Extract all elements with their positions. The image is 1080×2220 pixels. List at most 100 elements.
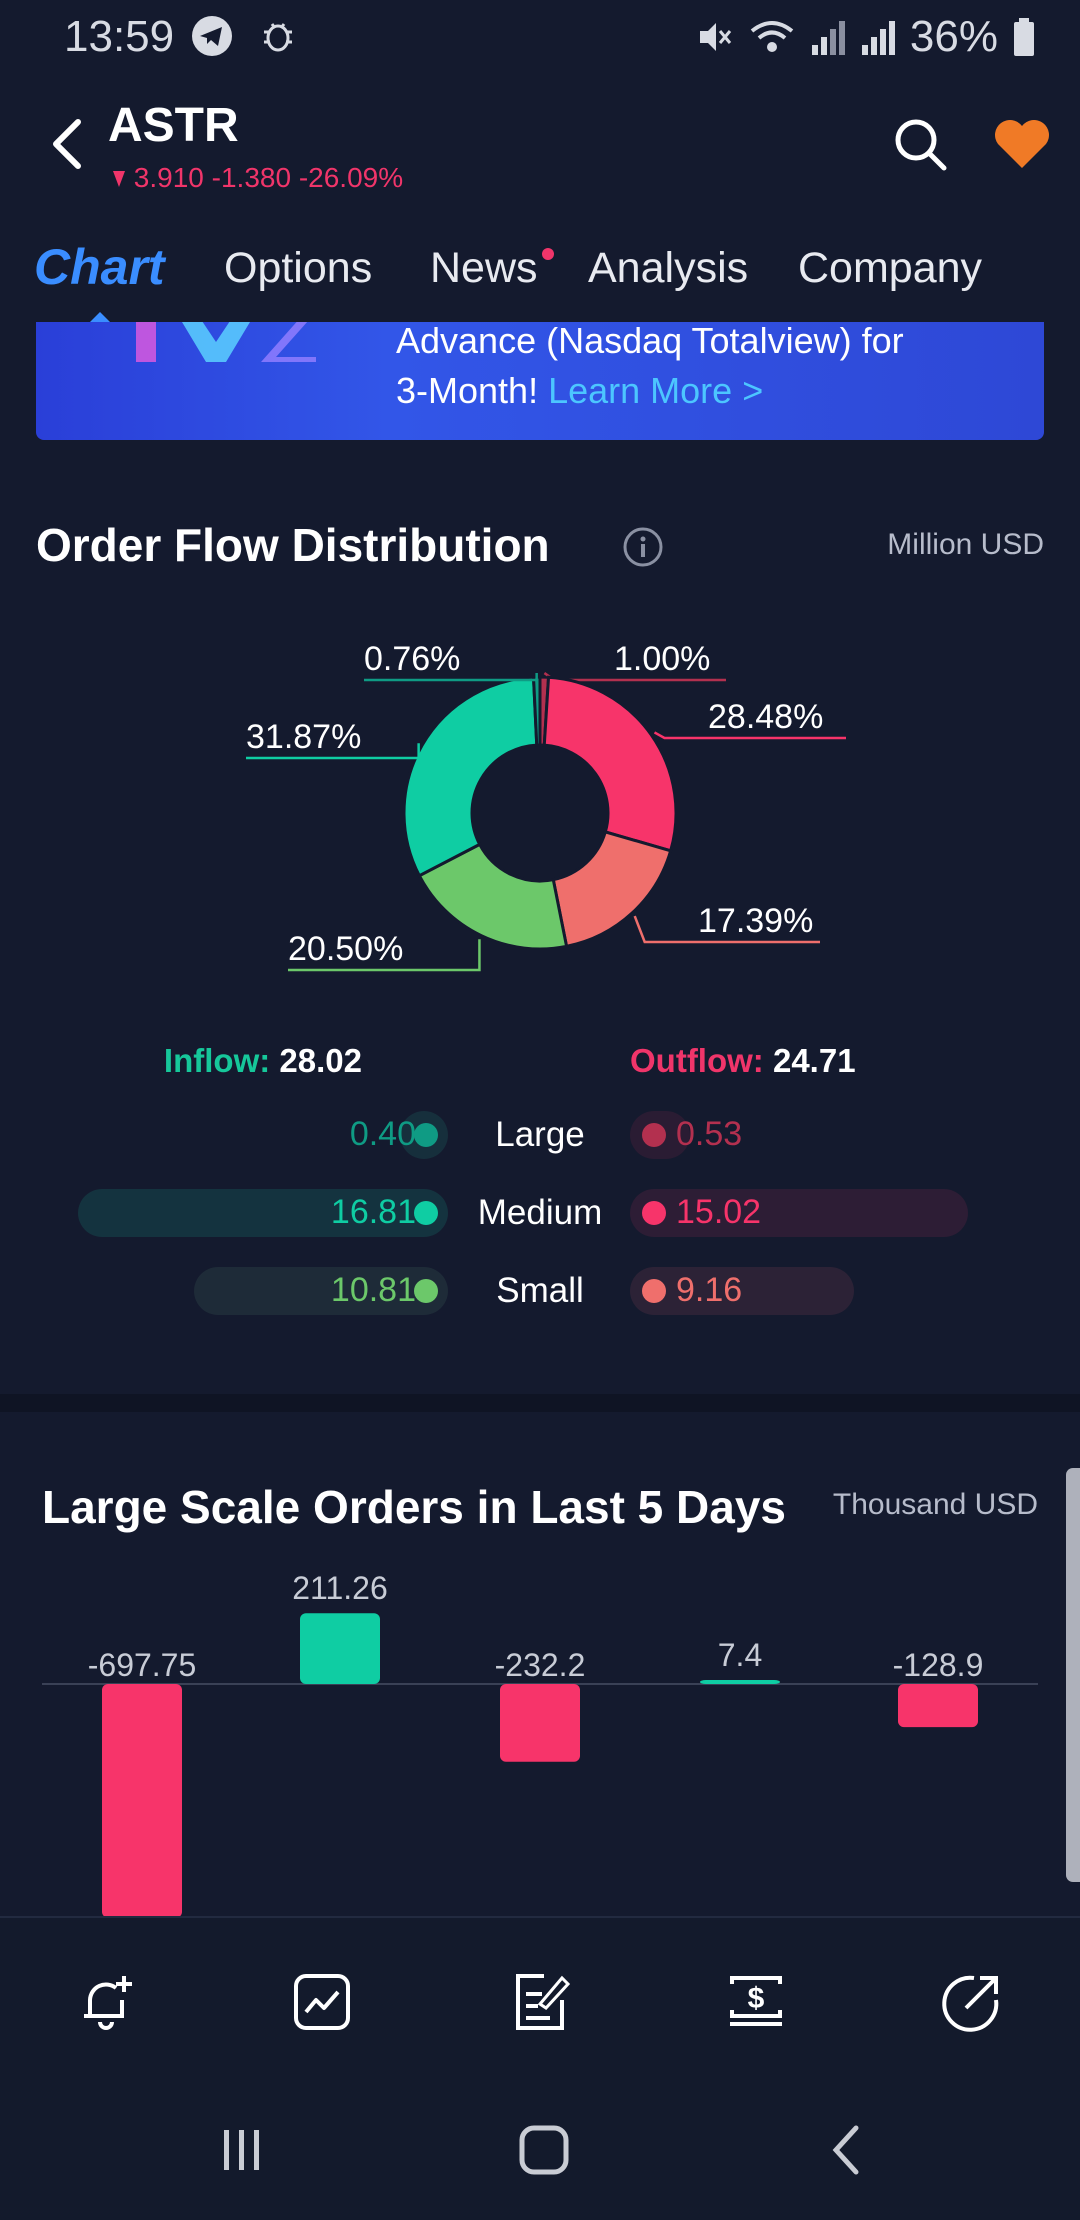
news-notification-dot	[542, 248, 554, 260]
outflow-total: Outflow: 24.71	[630, 1042, 856, 1080]
down-triangle-icon	[113, 171, 125, 187]
donut-slice-label: 20.50%	[288, 930, 403, 968]
heart-icon[interactable]	[992, 116, 1052, 172]
outflow-value: 24.71	[772, 1042, 856, 1079]
inflow-total: Inflow: 28.02	[164, 1042, 362, 1080]
info-icon[interactable]	[622, 526, 664, 568]
outflow-small-value: 9.16	[676, 1271, 743, 1309]
size-label-medium: Medium	[477, 1193, 603, 1232]
donut-slice	[402, 675, 539, 878]
outflow-large-dot	[642, 1123, 666, 1147]
tab-bar: Chart Options News Analysis Company	[0, 232, 1080, 322]
home-icon[interactable]	[514, 2120, 574, 2180]
bar-value-label: -697.75	[88, 1647, 197, 1683]
tab-options[interactable]: Options	[224, 244, 372, 293]
promo-banner[interactable]: Advance (Nasdaq Totalview) for 3-Month! …	[36, 322, 1044, 440]
donut-slice	[551, 830, 673, 949]
promo-text: Advance (Nasdaq Totalview) for 3-Month! …	[396, 322, 904, 416]
donut-slice	[542, 675, 678, 853]
recent-apps-icon[interactable]	[212, 2120, 272, 2180]
donut-chart-svg: 1.00% 28.48% 17.39% 20.50% 31.87% 0.76%	[246, 640, 846, 972]
price-change-pct: -26.09%	[298, 162, 404, 193]
large-orders-bar-chart: -697.75 211.26 -232.2 7.4 -128.9	[42, 1576, 1038, 1916]
tab-news-label: News	[430, 244, 538, 292]
bar-value-label: -128.9	[893, 1647, 984, 1683]
ticker-symbol: ASTR	[108, 99, 239, 152]
last-price: 3.910	[133, 162, 204, 193]
donut-slice-label: 31.87%	[246, 718, 361, 756]
inflow-medium-dot	[414, 1201, 438, 1225]
large-orders-unit: Thousand USD	[832, 1488, 1038, 1521]
outflow-label: Outflow:	[630, 1042, 764, 1079]
share-icon[interactable]	[940, 1970, 1004, 2034]
inflow-small-dot	[414, 1279, 438, 1303]
bar	[300, 1613, 380, 1684]
outflow-medium-dot	[642, 1201, 666, 1225]
tab-news[interactable]: News	[430, 244, 538, 293]
bar	[700, 1680, 780, 1684]
tab-analysis-label: Analysis	[588, 244, 749, 292]
price-change: -1.380	[211, 162, 292, 193]
search-icon[interactable]	[890, 114, 950, 174]
bar	[898, 1684, 978, 1728]
donut-slice-label: 1.00%	[614, 640, 710, 678]
inflow-label: Inflow:	[163, 1042, 271, 1079]
donut-slice-label: 0.76%	[364, 640, 460, 678]
tab-analysis[interactable]: Analysis	[588, 244, 748, 293]
order-flow-unit: Million USD	[887, 528, 1044, 561]
telegram-icon	[192, 16, 232, 56]
wifi-icon	[750, 21, 794, 52]
stock-header: ASTR 3.910 -1.380 -26.09%	[0, 86, 1080, 206]
bottom-toolbar: $	[0, 1916, 1080, 2076]
tab-chart-label: Chart	[34, 239, 165, 295]
promo-line-2: 3-Month! Learn More >	[396, 366, 904, 416]
outflow-medium-value: 15.02	[676, 1193, 762, 1231]
tab-company[interactable]: Company	[798, 244, 982, 293]
system-back-icon[interactable]	[818, 2120, 878, 2180]
inflow-large-dot	[414, 1123, 438, 1147]
status-icons-right: 36%	[694, 12, 1036, 62]
flow-row-small: 10.81 Small 9.16	[0, 1267, 1080, 1315]
active-tab-indicator	[90, 312, 110, 322]
flow-row-medium: 16.81 Medium 15.02	[0, 1189, 1080, 1237]
promo-graphic	[136, 322, 316, 362]
promo-line-2-text: 3-Month!	[396, 370, 539, 411]
order-flow-donut-chart: 1.00% 28.48% 17.39% 20.50% 31.87% 0.76%	[0, 620, 1080, 1000]
note-edit-icon[interactable]	[508, 1970, 572, 2034]
status-time: 13:59	[64, 12, 175, 61]
signal-icon	[811, 21, 845, 55]
signal-icon-2	[861, 21, 895, 55]
bar-value-label: -232.2	[495, 1647, 586, 1683]
inflow-value: 28.02	[279, 1042, 362, 1079]
learn-more-link[interactable]: Learn More >	[548, 370, 763, 411]
inflow-small-value: 10.81	[330, 1271, 416, 1309]
status-bar: 13:59 36%	[0, 0, 1080, 72]
inflow-large-value: 0.40	[349, 1115, 416, 1153]
tab-company-label: Company	[798, 244, 983, 292]
battery-icon	[1014, 18, 1034, 56]
bar-value-label: 7.4	[718, 1637, 762, 1673]
bar	[500, 1684, 580, 1762]
order-flow-title: Order Flow Distribution	[36, 519, 550, 571]
scrollbar[interactable]	[1066, 1468, 1080, 1882]
large-orders-title: Large Scale Orders in Last 5 Days	[42, 1481, 787, 1533]
donut-slice-label: 28.48%	[708, 698, 823, 736]
svg-text:$: $	[748, 1982, 765, 2015]
bar	[102, 1684, 182, 1916]
bug-icon	[264, 23, 292, 52]
promo-line-1: Advance (Nasdaq Totalview) for	[396, 322, 904, 361]
system-nav-bar	[0, 2076, 1080, 2220]
add-alert-icon[interactable]	[76, 1970, 140, 2034]
battery-percent: 36%	[909, 12, 998, 61]
tab-options-label: Options	[224, 244, 373, 292]
back-arrow-icon[interactable]	[44, 116, 92, 172]
size-label-large: Large	[495, 1115, 585, 1154]
trade-dollar-icon[interactable]: $	[724, 1970, 788, 2034]
flow-row-large: 0.40 Large 0.53	[0, 1111, 1080, 1159]
status-icons-left	[190, 14, 300, 58]
inflow-medium-value: 16.81	[330, 1193, 416, 1231]
chart-trade-icon[interactable]	[290, 1970, 354, 2034]
outflow-large-value: 0.53	[676, 1115, 743, 1153]
bar-value-label: 211.26	[292, 1576, 388, 1606]
tab-chart[interactable]: Chart	[34, 238, 165, 296]
